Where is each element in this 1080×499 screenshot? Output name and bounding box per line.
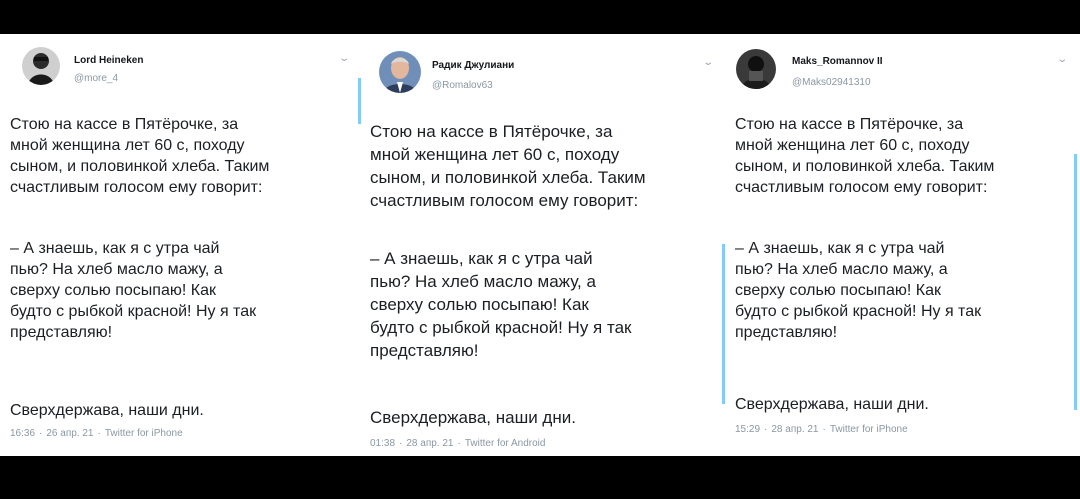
tweet-paragraph: – А знаешь, как я с утра чай пью? На хле…: [370, 249, 632, 360]
tweet-meta: 01:38 · 28 апр. 21 · Twitter for Android: [370, 438, 545, 449]
thread-line: [358, 78, 361, 124]
display-name[interactable]: Lord Heineken: [74, 55, 143, 66]
tweet-meta: 16:36 · 26 апр. 21 · Twitter for iPhone: [10, 428, 183, 439]
tweet-paragraph: – А знаешь, как я с утра чай пью? На хле…: [735, 240, 982, 341]
separator: ·: [457, 438, 461, 449]
tweet-meta: 15:29 · 28 апр. 21 · Twitter for iPhone: [735, 424, 908, 435]
user-handle[interactable]: @Romalov63: [432, 80, 493, 91]
tweet-paragraph: Стою на кассе в Пятёрочке, за мной женщи…: [370, 122, 646, 210]
tweet-source[interactable]: Twitter for iPhone: [830, 424, 908, 435]
tweet-paragraph: Сверхдержава, наши дни.: [735, 396, 929, 413]
display-name[interactable]: Maks_Romannov II: [792, 56, 883, 67]
tweet-date[interactable]: 28 апр. 21: [406, 438, 453, 449]
tweet-time[interactable]: 01:38: [370, 438, 395, 449]
separator: ·: [97, 428, 101, 439]
avatar[interactable]: [379, 51, 421, 93]
tweet-paragraph: – А знаешь, как я с утра чай пью? На хле…: [10, 240, 257, 341]
tweet-paragraph: Стою на кассе в Пятёрочке, за мной женщи…: [735, 116, 995, 196]
tweet-time[interactable]: 16:36: [10, 428, 35, 439]
avatar[interactable]: [736, 49, 776, 89]
avatar[interactable]: [22, 47, 60, 85]
separator: ·: [764, 424, 768, 435]
screenshot-collage: Lord Heineken @more_4 ⌄ Стою на кассе в …: [0, 34, 1080, 456]
display-name[interactable]: Радик Джулиани: [432, 60, 514, 71]
tweet-paragraph: Сверхдержава, наши дни.: [370, 408, 576, 427]
chevron-down-icon[interactable]: ⌄: [702, 57, 714, 68]
tweet-card: Maks_Romannov II @Maks02941310 ⌄ Стою на…: [718, 34, 1080, 456]
tweet-source[interactable]: Twitter for iPhone: [105, 428, 183, 439]
bottom-black-band: [0, 456, 1080, 499]
chevron-down-icon[interactable]: ⌄: [338, 53, 350, 64]
top-black-band: [0, 0, 1080, 34]
separator: ·: [822, 424, 826, 435]
tweet-source[interactable]: Twitter for Android: [465, 438, 546, 449]
chevron-down-icon[interactable]: ⌄: [1056, 54, 1068, 65]
tweet-date[interactable]: 28 апр. 21: [771, 424, 818, 435]
tweet-paragraph: Сверхдержава, наши дни.: [10, 402, 204, 419]
tweet-time[interactable]: 15:29: [735, 424, 760, 435]
tweet-card: Lord Heineken @more_4 ⌄ Стою на кассе в …: [0, 34, 358, 456]
separator: ·: [39, 428, 43, 439]
user-handle[interactable]: @more_4: [74, 73, 118, 84]
user-handle[interactable]: @Maks02941310: [792, 77, 871, 88]
tweet-paragraph: Стою на кассе в Пятёрочке, за мной женщи…: [10, 116, 270, 196]
thread-line: [722, 244, 725, 404]
tweet-card: Радик Джулиани @Romalov63 ⌄ Стою на касс…: [358, 34, 718, 456]
separator: ·: [399, 438, 403, 449]
scrollbar-indicator[interactable]: [1074, 154, 1077, 410]
tweet-date[interactable]: 26 апр. 21: [46, 428, 93, 439]
